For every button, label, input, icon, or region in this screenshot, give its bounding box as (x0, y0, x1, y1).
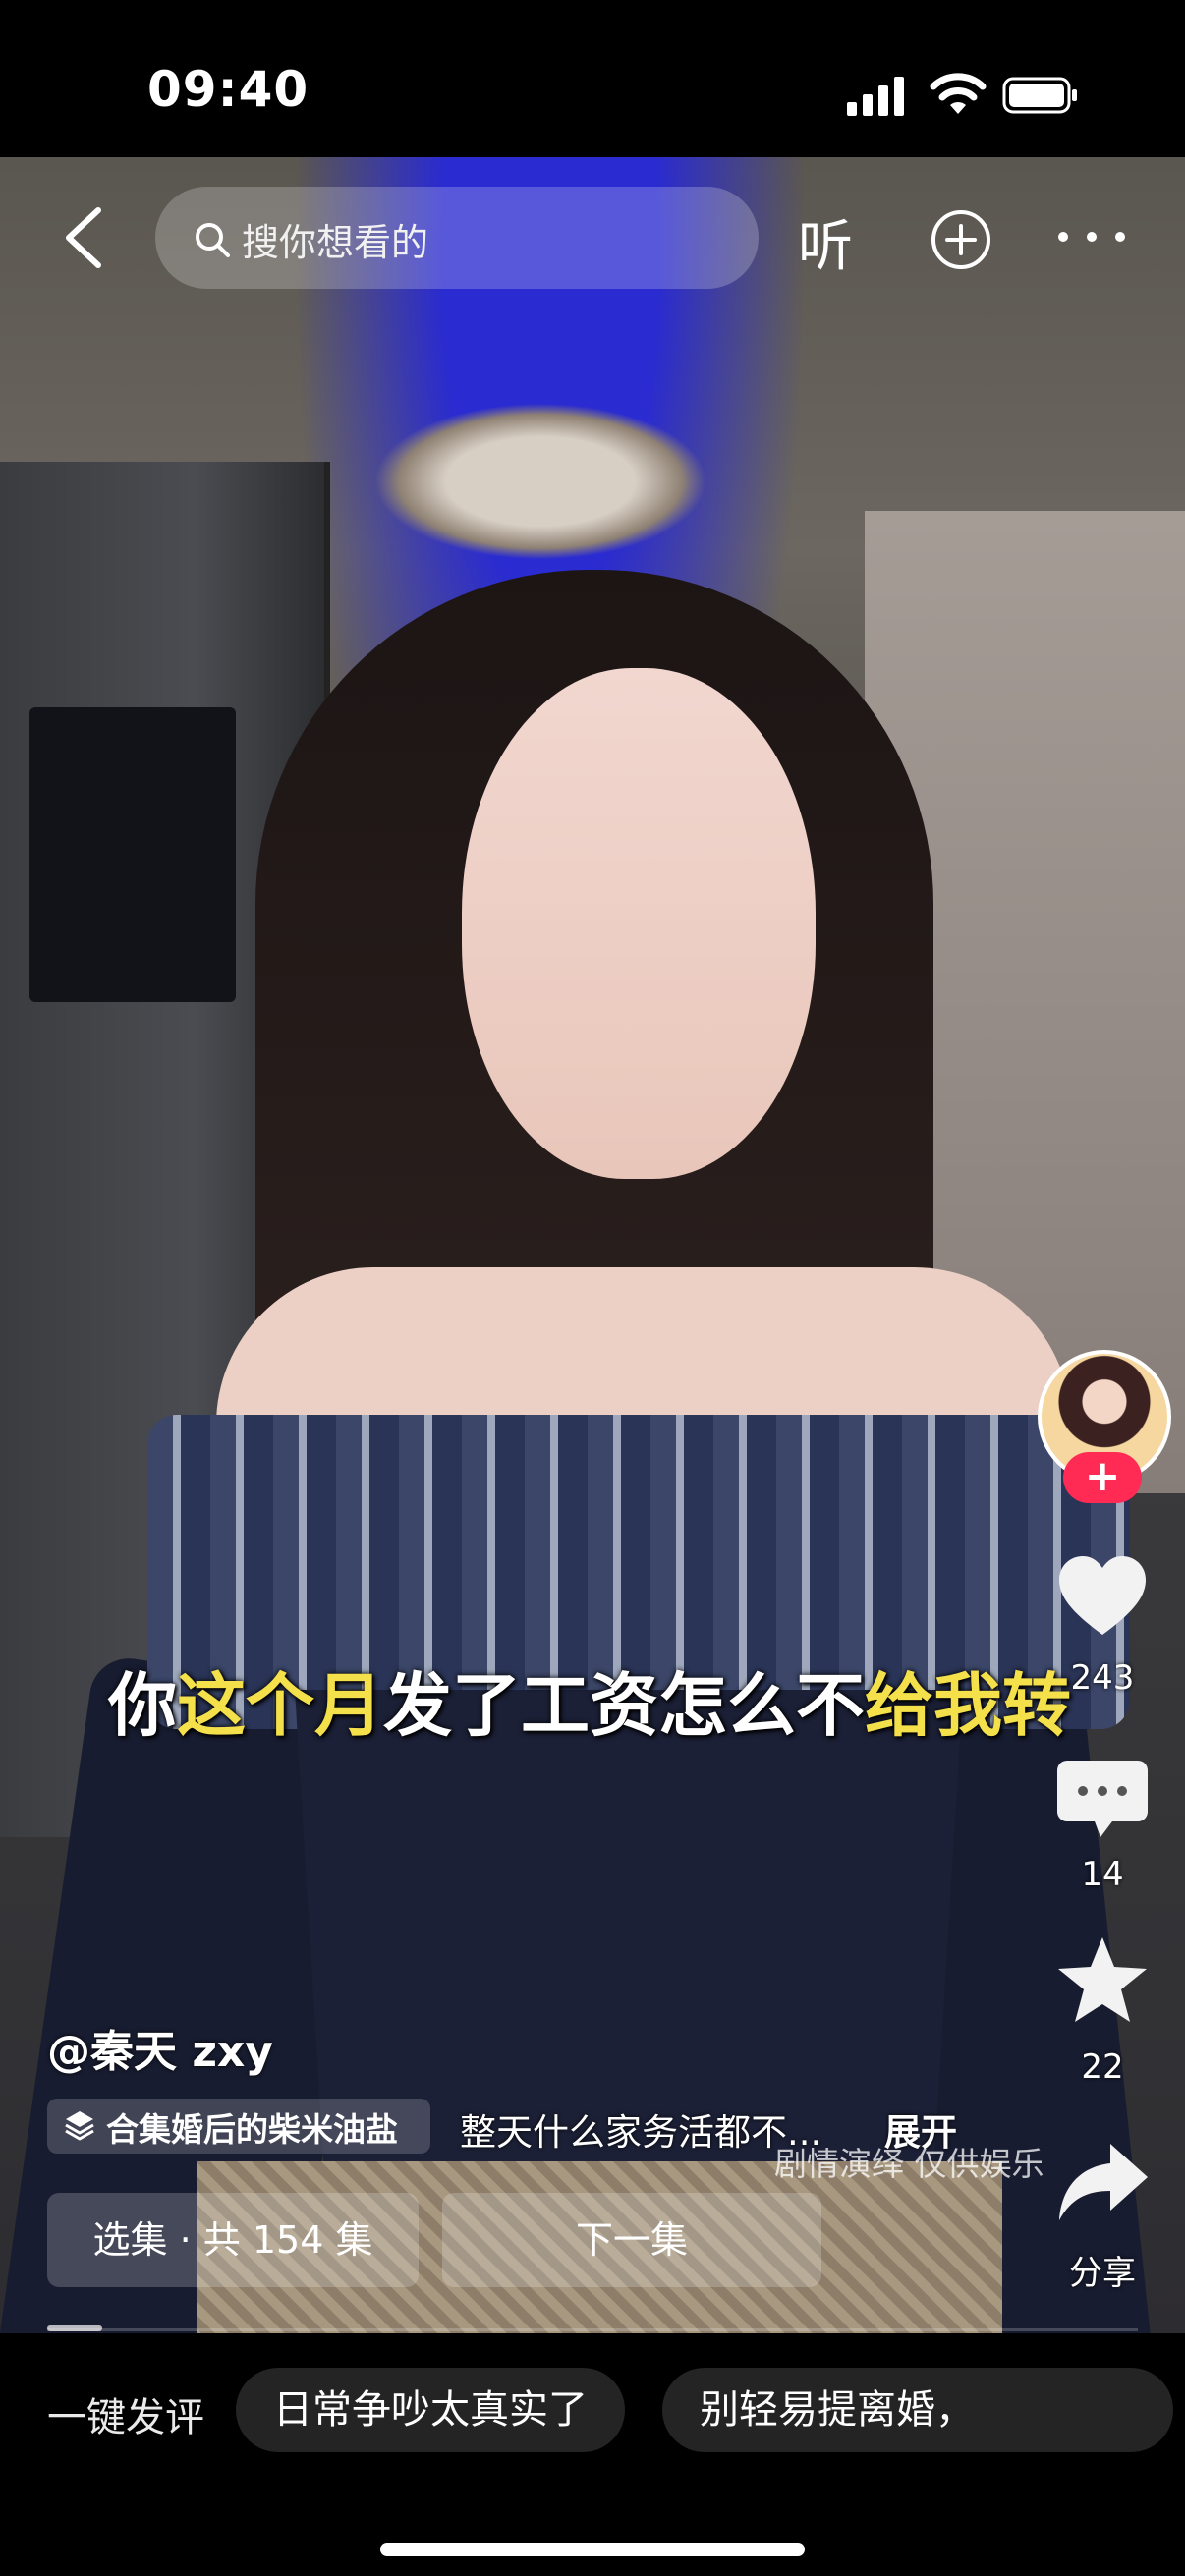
cellular-signal-icon (847, 77, 904, 116)
heart-icon[interactable] (1053, 1552, 1152, 1641)
favorite-count: 22 (1081, 2047, 1124, 2087)
video-progress-fill (47, 2325, 102, 2331)
layers-icon (65, 2111, 94, 2141)
person-face (462, 668, 816, 1179)
add-circle-icon[interactable] (930, 208, 992, 271)
search-icon (196, 223, 230, 257)
like-count: 243 (1070, 1658, 1135, 1698)
subtitle-part: 你 (108, 1665, 177, 1746)
comment-count: 14 (1081, 1855, 1124, 1894)
author-name[interactable]: @秦天 zxy (47, 2016, 273, 2079)
video-subtitle: 你这个月发了工资怎么不给我转 (108, 1651, 1071, 1750)
quick-comment-chip[interactable]: 日常争吵太真实了 (236, 2368, 625, 2452)
collection-title: 合集婚后的柴米油盐 (106, 2110, 398, 2149)
select-episode-button[interactable]: 选集 · 共 154 集 (47, 2193, 419, 2287)
subtitle-part-highlight: 这个月 (177, 1665, 383, 1746)
subtitle-part: 发了工资怎么不 (383, 1665, 865, 1746)
more-options-icon[interactable] (1055, 222, 1128, 252)
star-favorite-icon[interactable] (1053, 1935, 1152, 2024)
search-placeholder: 搜你想看的 (242, 221, 429, 264)
share-arrow-icon[interactable] (1053, 2138, 1152, 2226)
listen-button[interactable]: 听 (798, 202, 853, 282)
follow-button[interactable]: + (1063, 1452, 1142, 1503)
quick-comment-label: 一键发评 (47, 2395, 204, 2440)
fridge-panel (29, 707, 236, 1002)
home-indicator[interactable] (380, 2543, 805, 2556)
content-disclaimer: 剧情演绎 仅供娱乐 (774, 2145, 1044, 2183)
wifi-icon (930, 73, 987, 114)
video-player[interactable] (0, 157, 1185, 2333)
back-arrow-icon[interactable] (61, 206, 104, 269)
comment-icon[interactable] (1053, 1755, 1152, 1843)
share-label: 分享 (1069, 2254, 1136, 2293)
next-episode-button[interactable]: 下一集 (442, 2193, 821, 2287)
status-time: 09:40 (147, 61, 310, 118)
video-progress-track[interactable] (47, 2328, 1138, 2331)
battery-icon (1002, 77, 1077, 114)
video-description: 整天什么家务活都不... (460, 2111, 822, 2154)
ceiling-lamp (373, 403, 707, 560)
quick-comment-chip[interactable]: 别轻易提离婚， (662, 2368, 1173, 2452)
